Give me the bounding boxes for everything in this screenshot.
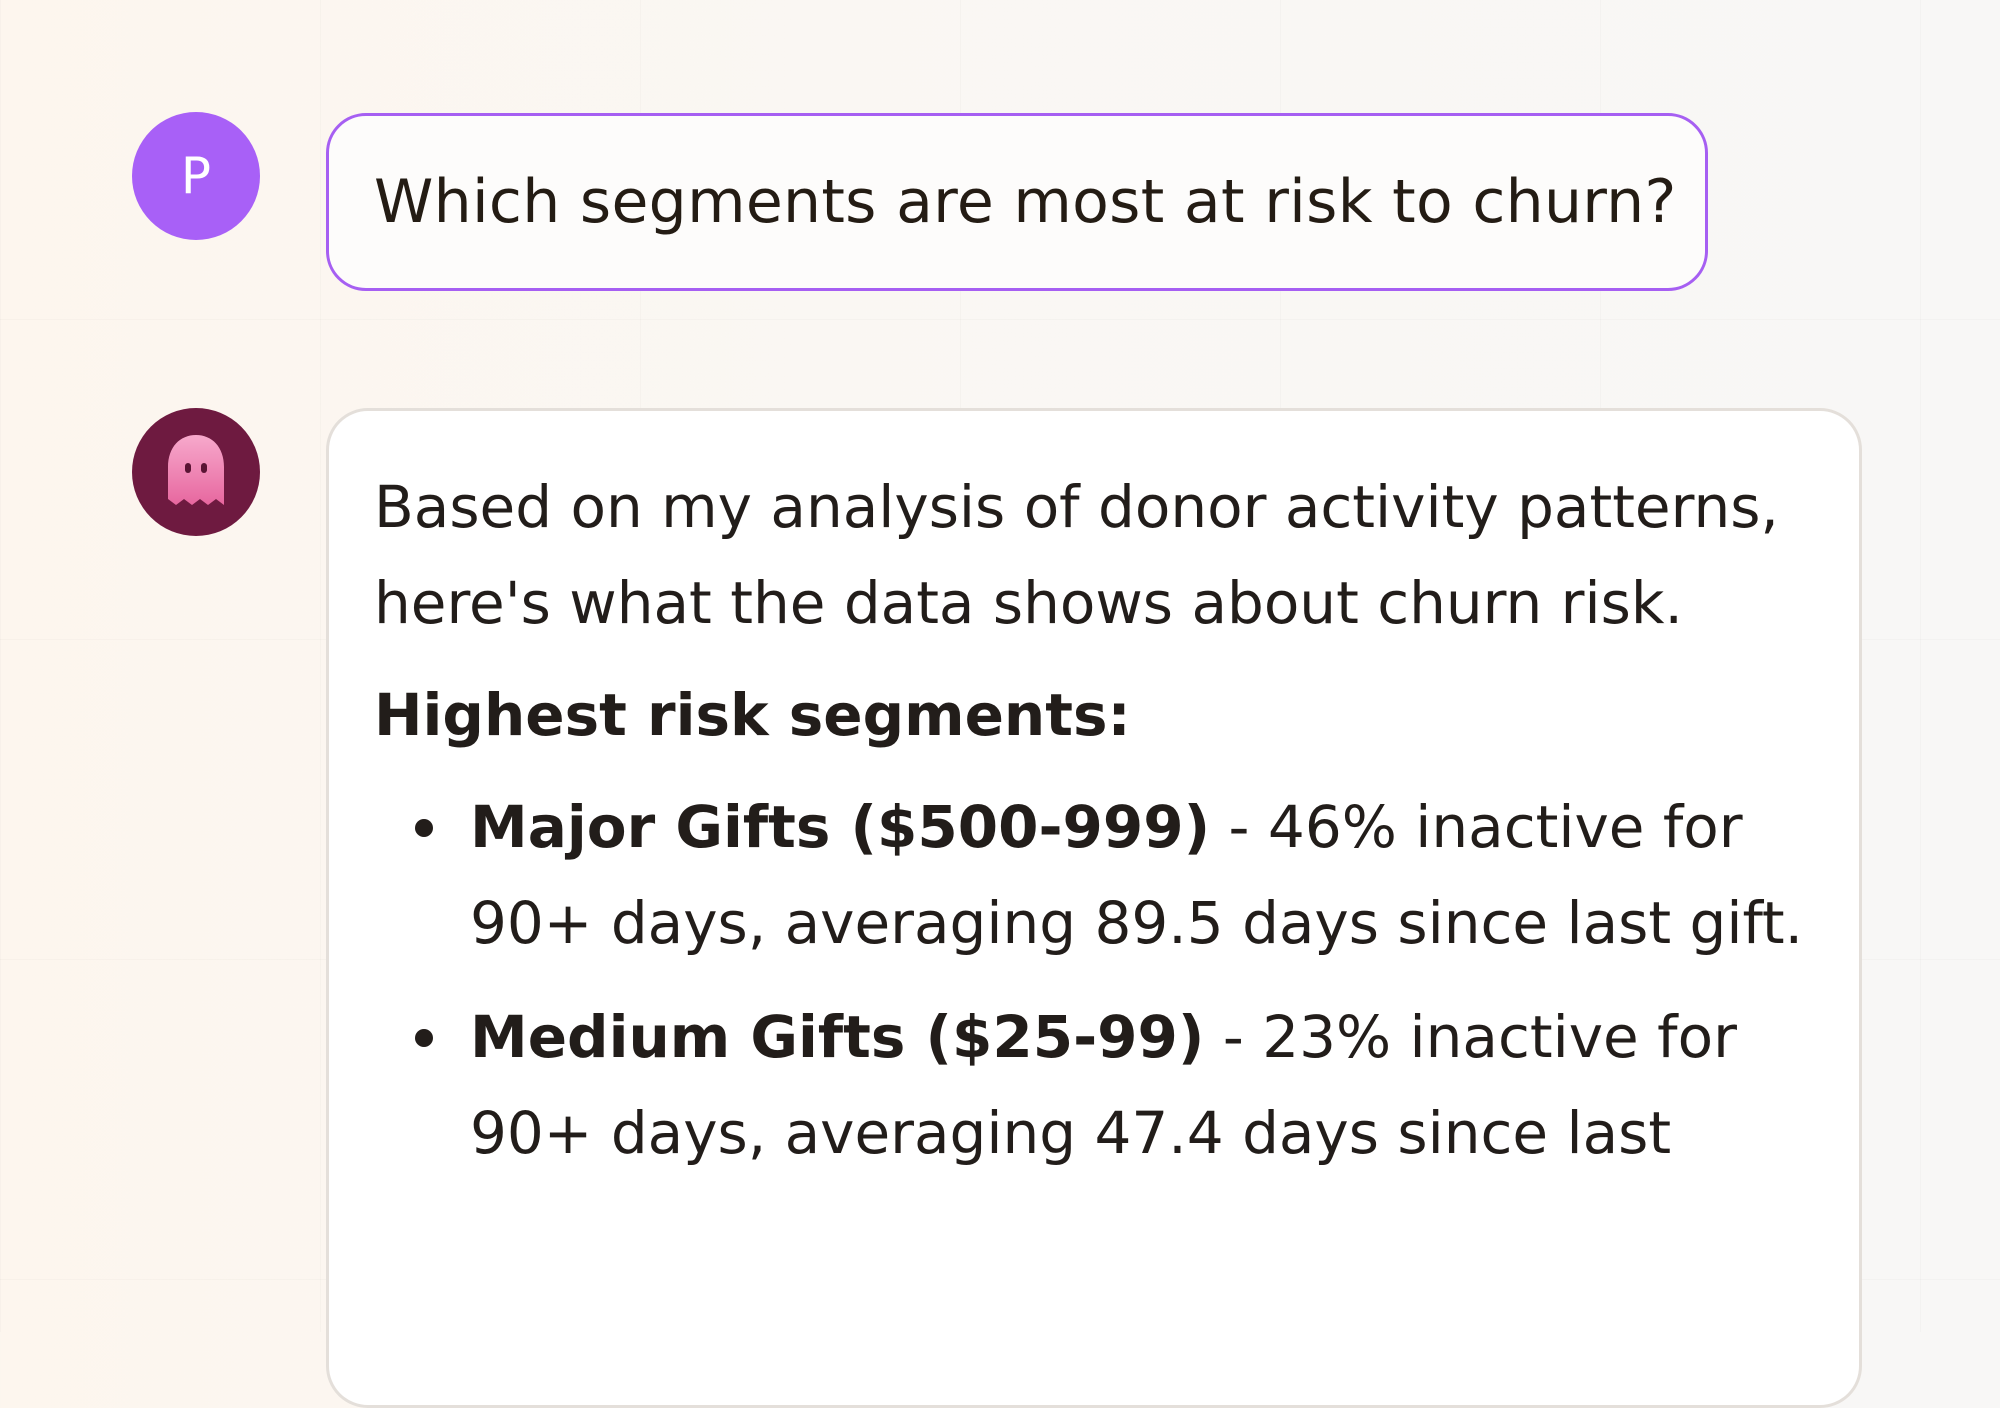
assistant-intro-text: Based on my analysis of donor activity p… [374,473,1779,637]
assistant-section-heading: Highest risk segments: [374,681,1131,749]
bullet-icon [415,1029,433,1047]
list-item: Major Gifts ($500-999) - 46% inactive fo… [415,779,1814,971]
segment-name: Major Gifts ($500-999) [470,793,1211,861]
user-message-text: Which segments are most at risk to churn… [374,167,1677,237]
user-message-bubble: Which segments are most at risk to churn… [326,113,1708,291]
user-avatar: P [132,112,260,240]
user-avatar-letter: P [180,147,212,205]
bullet-icon [415,819,433,837]
segment-name: Medium Gifts ($25-99) [470,1003,1205,1071]
assistant-message-bubble: Based on my analysis of donor activity p… [326,408,1862,1408]
risk-segment-list: Major Gifts ($500-999) - 46% inactive fo… [374,779,1814,1181]
list-item: Medium Gifts ($25-99) - 23% inactive for… [415,989,1814,1181]
ghost-icon [168,435,224,505]
assistant-avatar [132,408,260,536]
